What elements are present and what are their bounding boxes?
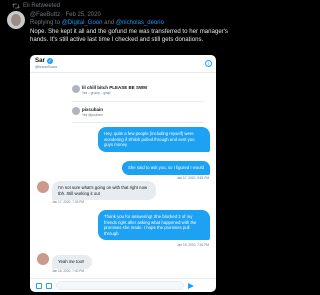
info-icon: i	[205, 60, 212, 67]
list-item: lil chill bitch PLEASE BE SWM	[82, 85, 148, 90]
mention-link[interactable]: @Digital_Goon	[62, 20, 103, 26]
dm-contact-name: Sar	[35, 57, 45, 64]
avatar	[37, 253, 49, 265]
avatar	[37, 181, 49, 193]
avatar[interactable]	[7, 11, 25, 29]
timestamp: Jan 18, 2020, 7:40 PM	[52, 269, 85, 273]
message-bubble-in: I'm not sure what's going on with that r…	[52, 181, 156, 201]
retweet-indicator: Eli Retweeted	[12, 3, 60, 9]
divider	[72, 101, 204, 102]
tweet-date[interactable]: Feb 25, 2020	[65, 12, 100, 18]
send-icon	[188, 282, 194, 289]
mention-link[interactable]: @nicholas_deorio	[116, 20, 164, 26]
timestamp: Jan 17, 2020, 7:32 PM	[52, 200, 85, 204]
avatar	[72, 107, 80, 115]
message-input	[56, 281, 184, 290]
message-bubble-out: Thank you for answering! She blocked 2 o…	[98, 210, 210, 241]
tweet-header: @FaeButtz · Feb 25, 2020	[30, 12, 101, 18]
verified-icon: ✓	[46, 57, 53, 64]
handle[interactable]: @FaeButtz	[30, 12, 60, 18]
dm-header: Sar ✓ @brandSnaxx i	[30, 55, 216, 73]
list-item-sub: Yes ...grump ...gnap	[82, 91, 111, 95]
retweet-icon	[12, 3, 20, 9]
message-bubble-in: Yeah me too!!	[52, 255, 92, 269]
list-item-sub: Yes @pcubarn	[82, 113, 103, 117]
timestamp: Jan 17, 2020, 5:53 PM	[176, 176, 209, 180]
image-icon	[36, 282, 42, 289]
divider	[72, 122, 204, 123]
retweet-label: Eli Retweeted	[23, 3, 61, 9]
dm-composer	[30, 278, 216, 292]
replying-to: Replying to @Digital_Goon and @nicholas_…	[30, 20, 164, 26]
message-bubble-out: She said to ask you, so I figured I woul…	[122, 161, 210, 175]
list-item: pixcubain	[82, 107, 104, 112]
timestamp: Jan 19, 2020, 7:40 PM	[176, 243, 209, 247]
avatar	[72, 85, 80, 93]
tweet-image[interactable]: Sar ✓ @brandSnaxx i lil chill bitch PLEA…	[30, 55, 216, 292]
message-bubble-out: Hey, quite a few people (including mysel…	[98, 127, 210, 152]
tweet-text: Nope. She kept it all and the gofund me …	[30, 28, 228, 43]
gif-icon	[46, 282, 52, 289]
dm-contact-handle: @brandSnaxx	[35, 65, 58, 69]
